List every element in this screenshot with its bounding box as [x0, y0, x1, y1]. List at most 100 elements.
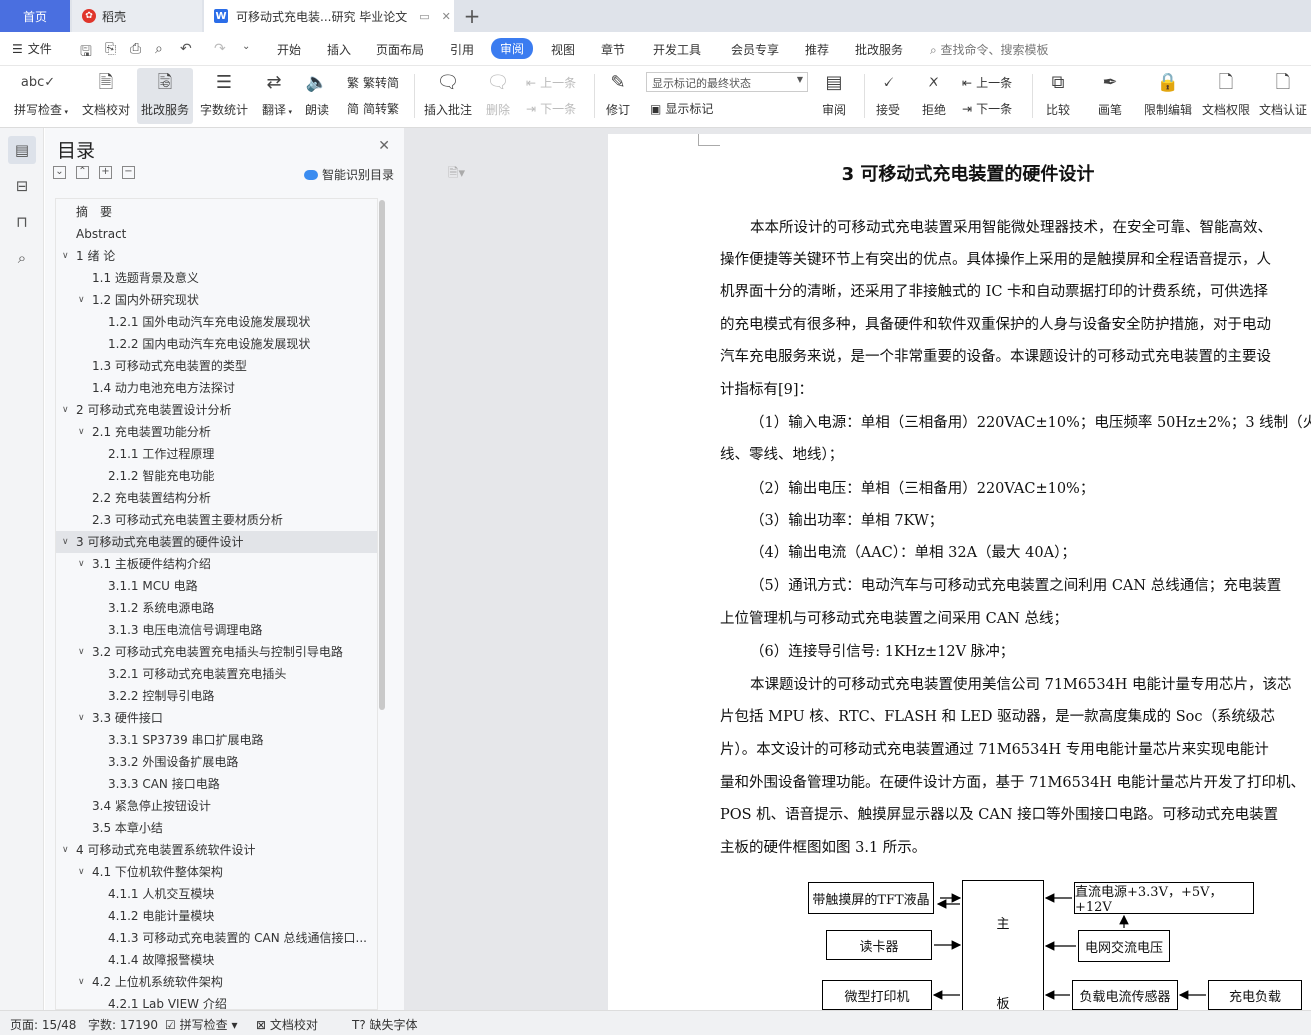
prev-comment-button[interactable]: ⇤ 上一条 — [526, 74, 576, 91]
simp-to-trad-button[interactable]: 简简转繁 — [347, 100, 399, 117]
toc-expand-icon[interactable]: ∨ — [78, 289, 90, 311]
insert-comment-button[interactable]: 🗨 插入批注 — [420, 68, 476, 124]
smart-toc-button[interactable]: 智能识别目录 — [303, 166, 394, 183]
toc-expand-icon[interactable]: ∨ — [78, 707, 90, 729]
toc-scrollbar[interactable] — [379, 200, 385, 710]
prev-change-button[interactable]: ⇤ 上一条 — [962, 74, 1012, 91]
accept-button[interactable]: 🗸 接受 — [868, 68, 908, 124]
toc-item[interactable]: 4.1.2 电能计量模块 — [56, 905, 377, 927]
proofread-status[interactable]: ⊠ 文档校对 — [256, 1016, 318, 1033]
toc-item[interactable]: 3.4 紧急停止按钮设计 — [56, 795, 377, 817]
compare-button[interactable]: ⧉ 比较 — [1038, 68, 1078, 124]
toc-item[interactable]: ∨ 2.1 充电装置功能分析 — [56, 421, 377, 443]
toc-expand-icon[interactable]: ∨ — [62, 245, 74, 267]
undo-icon[interactable]: ↶ — [180, 41, 192, 57]
menu-recommend[interactable]: 推荐 — [805, 41, 829, 58]
toc-expand-icon[interactable]: ∨ — [78, 641, 90, 663]
toc-panel-icon[interactable]: ▤ — [8, 136, 36, 164]
document-page[interactable]: 🗎▾ 3 可移动式充电装置的硬件设计 本本所设计的可移动式充电装置采用智能微处理… — [448, 134, 1311, 1010]
export-pdf-icon[interactable]: ⎘ — [105, 41, 116, 57]
toc-item[interactable]: 3.1.2 系统电源电路 — [56, 597, 377, 619]
tab-daoke[interactable]: ✿ 稻壳 — [72, 0, 202, 32]
toc-item[interactable]: 2.2 充电装置结构分析 — [56, 487, 377, 509]
toc-item[interactable]: ∨ 4 可移动式充电装置系统软件设计 — [56, 839, 377, 861]
toc-expand-icon[interactable]: ∨ — [78, 553, 90, 575]
markup-state-select[interactable]: 显示标记的最终状态 ▼ — [646, 72, 808, 92]
translate-button[interactable]: ⇄ 翻译 ▾ — [254, 68, 294, 124]
toc-item[interactable]: 3.3.3 CAN 接口电路 — [56, 773, 377, 795]
toc-expand-icon[interactable]: ∨ — [62, 531, 74, 553]
toc-item[interactable]: ∨ 4.1 下位机软件整体架构 — [56, 861, 377, 883]
page-options-icon[interactable]: 🗎▾ — [448, 164, 465, 186]
toc-item[interactable]: 3.1.3 电压电流信号调理电路 — [56, 619, 377, 641]
reject-button[interactable]: 🗴 拒绝 — [914, 68, 954, 124]
toc-item[interactable]: 1.2.1 国外电动汽车充电设施发展现状 — [56, 311, 377, 333]
toc-expand-icon[interactable]: ∨ — [62, 839, 74, 861]
toc-item[interactable]: 3.1.1 MCU 电路 — [56, 575, 377, 597]
toc-item[interactable]: 4.1.1 人机交互模块 — [56, 883, 377, 905]
command-search[interactable]: ⌕ 查找命令、搜索模板 — [930, 41, 1049, 58]
toc-item[interactable]: ∨ 4.2 上位机系统软件架构 — [56, 971, 377, 993]
toc-item[interactable]: 1.1 选题背景及意义 — [56, 267, 377, 289]
toc-item[interactable]: 2.3 可移动式充电装置主要材质分析 — [56, 509, 377, 531]
toc-item[interactable]: 3.3.2 外围设备扩展电路 — [56, 751, 377, 773]
menu-developer[interactable]: 开发工具 — [653, 41, 701, 58]
toc-expand-icon[interactable]: ∨ — [62, 399, 74, 421]
toc-item[interactable]: 4.2.1 Lab VIEW 介绍 — [56, 993, 377, 1009]
redo-icon[interactable]: ↷ — [214, 41, 226, 57]
toc-item[interactable]: 3.2.1 可移动式充电装置充电插头 — [56, 663, 377, 685]
toc-expand-icon[interactable]: ∨ — [78, 861, 90, 883]
customize-quick-access-icon[interactable]: ⌄ — [242, 41, 250, 52]
tab-document[interactable]: W 可移动式充电装...研究 毕业论文 ▭ ✕ — [204, 0, 454, 32]
toc-expand-icon[interactable]: ∨ — [78, 421, 90, 443]
toc-item[interactable]: ∨ 3 可移动式充电装置的硬件设计 — [56, 531, 377, 553]
toc-item[interactable]: ∨ 1 绪 论 — [56, 245, 377, 267]
toc-item[interactable]: ∨ 2 可移动式充电装置设计分析 — [56, 399, 377, 421]
menu-start[interactable]: 开始 — [277, 41, 301, 58]
menu-view[interactable]: 视图 — [551, 41, 575, 58]
delete-comment-button[interactable]: 🗨 删除 — [480, 68, 516, 124]
spellcheck-button[interactable]: abc✓ 拼写检查 ▾ — [6, 68, 70, 124]
toc-item[interactable]: 3.5 本章小结 — [56, 817, 377, 839]
toc-item[interactable]: 2.1.2 智能充电功能 — [56, 465, 377, 487]
pen-button[interactable]: ✒ 画笔 — [1090, 68, 1130, 124]
search-icon[interactable]: ⌕ — [8, 244, 36, 272]
chapter-nav-icon[interactable]: ⊟ — [8, 172, 36, 200]
toc-item[interactable]: Abstract — [56, 223, 377, 245]
doc-proofread-button[interactable]: 🗎 文档校对 — [78, 68, 134, 124]
correction-service-button[interactable]: 🗟 批改服务 — [137, 68, 193, 124]
word-count-indicator[interactable]: 字数: 17190 — [88, 1016, 158, 1033]
menu-page-layout[interactable]: 页面布局 — [376, 41, 424, 58]
toc-item[interactable]: ∨ 3.2 可移动式充电装置充电插头与控制引导电路 — [56, 641, 377, 663]
toc-expand-icon[interactable]: ∨ — [78, 971, 90, 993]
trad-to-simp-button[interactable]: 繁繁转简 — [347, 74, 399, 91]
remove-heading-icon[interactable]: − — [122, 166, 135, 179]
show-markup-button[interactable]: ▣ 显示标记 — [650, 100, 713, 117]
toc-item[interactable]: ∨ 1.2 国内外研究现状 — [56, 289, 377, 311]
print-preview-icon[interactable]: ⌕ — [155, 41, 163, 57]
word-count-button[interactable]: ☰ 字数统计 — [197, 68, 251, 124]
add-heading-icon[interactable]: + — [99, 166, 112, 179]
tab-home[interactable]: 首页 — [0, 0, 70, 32]
missing-font-status[interactable]: T? 缺失字体 — [352, 1016, 418, 1033]
menu-member[interactable]: 会员专享 — [731, 41, 779, 58]
save-icon[interactable]: 🖫 — [80, 41, 92, 65]
menu-review[interactable]: 审阅 — [491, 38, 534, 59]
toc-item[interactable]: ∨ 3.1 主板硬件结构介绍 — [56, 553, 377, 575]
toc-item[interactable]: 3.2.2 控制导引电路 — [56, 685, 377, 707]
toc-item[interactable]: 4.1.3 可移动式充电装置的 CAN 总线通信接口... — [56, 927, 377, 949]
page-indicator[interactable]: 页面: 15/48 — [10, 1016, 76, 1033]
toc-item[interactable]: ∨ 3.3 硬件接口 — [56, 707, 377, 729]
toc-item[interactable]: 1.2.2 国内电动汽车充电设施发展现状 — [56, 333, 377, 355]
toc-item[interactable]: 3.3.1 SP3739 串口扩展电路 — [56, 729, 377, 751]
print-icon[interactable]: ⎙ — [130, 41, 141, 57]
toc-item[interactable]: 1.3 可移动式充电装置的类型 — [56, 355, 377, 377]
menu-chapter[interactable]: 章节 — [601, 41, 625, 58]
toc-item[interactable]: 摘 要 — [56, 201, 377, 223]
tab-close-icon[interactable]: ✕ — [442, 10, 451, 23]
toc-item[interactable]: 4.1.4 故障报警模块 — [56, 949, 377, 971]
doc-certify-button[interactable]: 🗋 文档认证 — [1256, 68, 1310, 124]
collapse-all-icon[interactable]: ⌄ — [53, 166, 66, 179]
next-comment-button[interactable]: ⇥ 下一条 — [526, 100, 576, 117]
spellcheck-status[interactable]: ☑ 拼写检查 ▾ — [165, 1016, 237, 1033]
